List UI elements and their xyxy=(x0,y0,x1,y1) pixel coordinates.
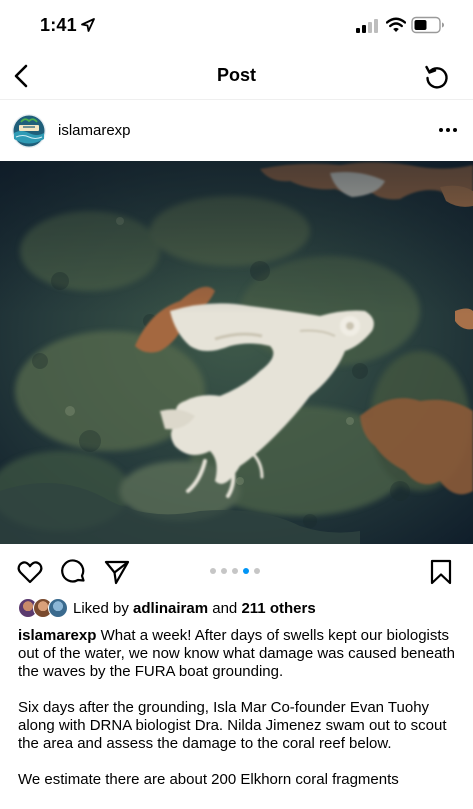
battery-icon xyxy=(411,16,444,34)
likes-prefix: Liked by xyxy=(73,600,129,617)
carousel-dot xyxy=(254,568,260,574)
caption-username[interactable]: islamarexp xyxy=(18,627,96,644)
likes-summary: Liked by adlinairam and 211 others xyxy=(73,600,316,617)
avatar[interactable] xyxy=(12,114,46,148)
carousel-dot xyxy=(210,568,216,574)
post-image[interactable] xyxy=(0,161,473,544)
location-arrow-icon xyxy=(81,18,95,32)
carousel-dot xyxy=(221,568,227,574)
status-bar: 1:41 xyxy=(0,0,473,52)
caption-paragraph: Six days after the grounding, Isla Mar C… xyxy=(18,699,447,752)
page-title: Post xyxy=(216,65,256,85)
comment-icon[interactable] xyxy=(59,558,87,586)
bookmark-icon[interactable] xyxy=(427,558,455,586)
wifi-icon xyxy=(386,17,406,32)
heart-icon[interactable] xyxy=(16,558,44,586)
action-bar xyxy=(0,544,473,598)
likes-connector: and xyxy=(212,600,238,617)
caption-paragraph: islamarexp What a week! After days of sw… xyxy=(18,627,462,681)
liker-username[interactable]: adlinairam xyxy=(133,600,208,617)
refresh-icon[interactable] xyxy=(423,63,451,91)
nav-bar: Post xyxy=(0,52,473,100)
liker-avatars xyxy=(18,598,70,618)
status-time: 1:41 xyxy=(40,15,77,35)
share-icon[interactable] xyxy=(103,558,131,586)
post-caption: islamarexp What a week! After days of sw… xyxy=(18,627,462,807)
post-username[interactable]: islamarexp xyxy=(58,122,131,139)
cellular-signal-icon xyxy=(356,19,378,33)
likes-row[interactable]: Liked by adlinairam and 211 others xyxy=(0,598,473,620)
liker-avatar xyxy=(48,598,68,618)
isla-mar-logo-icon xyxy=(12,114,46,148)
more-horizontal-icon[interactable] xyxy=(437,121,459,139)
coral-reef-photo xyxy=(0,161,473,544)
carousel-dot xyxy=(232,568,238,574)
post-header: islamarexp xyxy=(0,101,473,161)
caption-paragraph: We estimate there are about 200 Elkhorn … xyxy=(18,771,399,788)
likes-others-link[interactable]: 211 others xyxy=(241,600,315,617)
carousel-dot-active xyxy=(243,568,249,574)
